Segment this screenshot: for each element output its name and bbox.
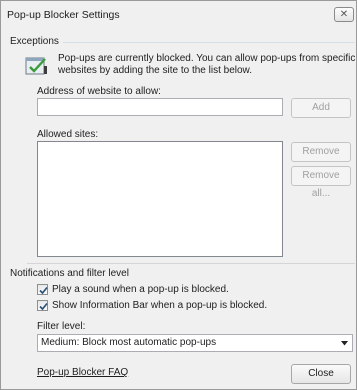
exceptions-info-line-2: websites by adding the site to the list … (58, 65, 253, 76)
exceptions-group-label: Exceptions (10, 36, 63, 47)
allowed-sites-list[interactable] (37, 141, 283, 257)
filter-level-value: Medium: Block most automatic pop-ups (41, 337, 217, 348)
close-button[interactable]: Close (291, 364, 351, 384)
popup-blocker-settings-dialog: Pop-up Blocker Settings ✕ Exceptions Pop… (0, 0, 357, 390)
notifications-group-label: Notifications and filter level (10, 268, 133, 279)
filter-level-select[interactable]: Medium: Block most automatic pop-ups (37, 334, 353, 352)
title-bar: Pop-up Blocker Settings ✕ (1, 1, 356, 27)
check-icon (39, 302, 48, 311)
remove-all-button[interactable]: Remove all... (291, 166, 351, 199)
add-button[interactable]: Add (291, 98, 351, 118)
window-title: Pop-up Blocker Settings (7, 9, 120, 21)
remove-button[interactable]: Remove (291, 142, 351, 162)
address-label: Address of website to allow: (37, 86, 161, 97)
check-icon (39, 286, 48, 295)
exceptions-group: Exceptions (10, 36, 355, 47)
allowed-sites-label: Allowed sites: (37, 129, 99, 140)
chevron-down-icon (341, 341, 348, 346)
section-divider (27, 263, 355, 264)
window-close-button[interactable]: ✕ (334, 7, 354, 22)
play-sound-label: Play a sound when a pop-up is blocked. (52, 284, 229, 295)
show-info-bar-label: Show Information Bar when a pop-up is bl… (52, 300, 268, 311)
popup-blocker-faq-link[interactable]: Pop-up Blocker FAQ (37, 367, 128, 378)
play-sound-checkbox[interactable] (37, 284, 48, 295)
website-address-input[interactable] (37, 98, 283, 116)
show-info-bar-checkbox[interactable] (37, 300, 48, 311)
close-icon: ✕ (339, 9, 349, 20)
exceptions-info-line-1: Pop-ups are currently blocked. You can a… (58, 53, 356, 64)
popup-blocker-icon (25, 53, 49, 77)
filter-level-label: Filter level: (37, 321, 86, 332)
